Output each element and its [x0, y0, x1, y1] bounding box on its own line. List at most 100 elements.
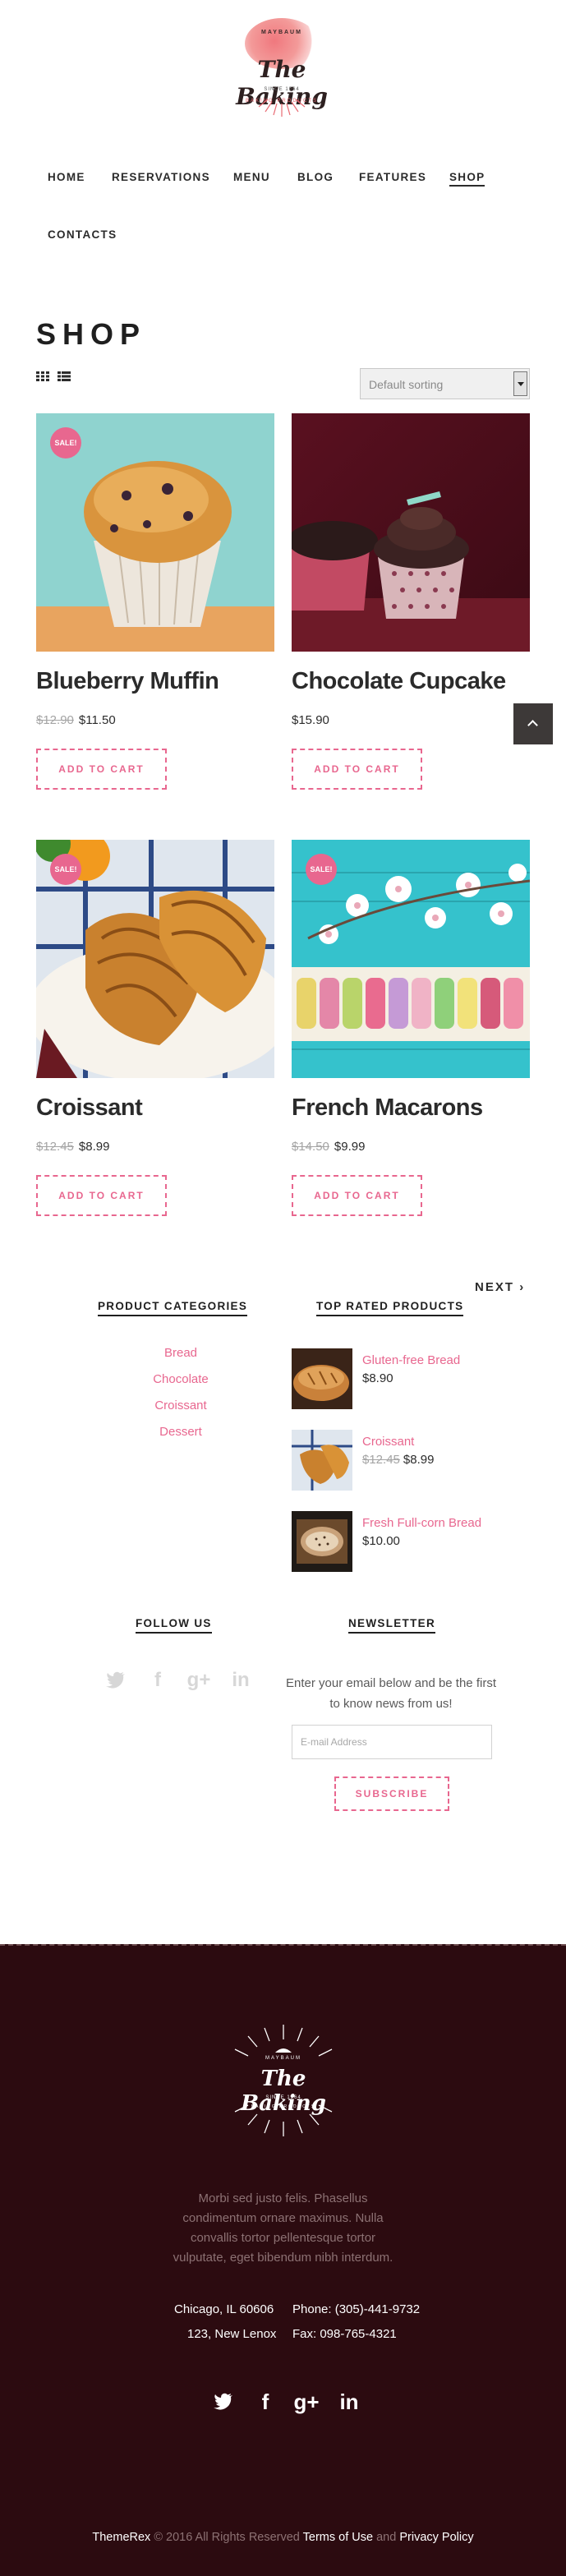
footer-logo[interactable]: MAYBAUM The Baking SINCE 1964 BAKING PRO…	[215, 2023, 352, 2138]
footer-address-line2: 123, New Lenox	[187, 2327, 277, 2341]
category-link[interactable]: Bread	[99, 1346, 263, 1360]
twitter-icon[interactable]	[209, 2388, 237, 2416]
sorting-selected-value: Default sorting	[369, 378, 444, 391]
footer-logo-tagline-bottom: BAKING PRODUCTS	[251, 2104, 316, 2109]
top-rated-item: Croissant $12.45 $8.99	[292, 1430, 505, 1491]
add-to-cart-button[interactable]: ADD TO CART	[292, 1175, 422, 1216]
product-card: Chocolate Cupcake $15.90 ADD TO CART	[292, 413, 530, 790]
newsletter-text: Enter your email below and be the first …	[286, 1676, 496, 1711]
top-rated-name[interactable]: Gluten-free Bread	[362, 1353, 460, 1367]
category-link[interactable]: Chocolate	[99, 1372, 263, 1386]
linkedin-icon[interactable]: in	[228, 1668, 253, 1693]
top-rated-price: $10.00	[362, 1534, 400, 1548]
product-card: SALE! French Macarons $14.50 $9.99 ADD TO…	[292, 840, 530, 1216]
facebook-icon[interactable]: f	[145, 1668, 170, 1693]
footer-phone: Phone: (305)-441-9732	[292, 2302, 421, 2316]
site-logo[interactable]: MAYBAUM The Baking SINCE 1964 BAKING PRO…	[208, 13, 356, 120]
product-thumbnail[interactable]	[292, 1430, 352, 1491]
privacy-policy-link[interactable]: Privacy Policy	[399, 2531, 473, 2544]
widget-title-top-rated: TOP RATED PRODUCTS	[316, 1300, 464, 1316]
nav-item-features[interactable]: FEATURES	[359, 171, 426, 183]
widget-title-categories: PRODUCT CATEGORIES	[98, 1300, 248, 1316]
footer-copyright-and: and	[376, 2531, 397, 2544]
product-thumbnail[interactable]	[292, 1511, 352, 1572]
chevron-down-icon	[513, 371, 527, 396]
category-link[interactable]: Croissant	[99, 1399, 263, 1412]
product-image[interactable]: SALE!	[292, 840, 530, 1078]
widget-title-newsletter: NEWSLETTER	[348, 1617, 435, 1634]
view-mode-switcher	[36, 371, 76, 384]
product-name[interactable]: Blueberry Muffin	[36, 668, 219, 695]
list-view-icon[interactable]	[58, 371, 71, 385]
next-label: NEXT	[475, 1280, 515, 1294]
grid-view-icon[interactable]	[36, 371, 49, 385]
product-old-price: $14.50	[292, 1140, 329, 1154]
newsletter-email-input[interactable]	[292, 1725, 492, 1759]
product-image[interactable]: SALE!	[36, 413, 274, 652]
product-image[interactable]: SALE!	[36, 840, 274, 1078]
twitter-icon[interactable]	[104, 1668, 128, 1693]
site-footer: MAYBAUM The Baking SINCE 1964 BAKING PRO…	[0, 1944, 566, 2576]
product-name[interactable]: Chocolate Cupcake	[292, 668, 506, 695]
top-rated-old-price: $12.45	[362, 1453, 400, 1467]
category-link[interactable]: Dessert	[99, 1425, 263, 1439]
top-rated-item: Gluten-free Bread $8.90	[292, 1348, 505, 1409]
product-name[interactable]: French Macarons	[292, 1094, 483, 1122]
top-rated-item: Fresh Full-corn Bread $10.00	[292, 1511, 505, 1572]
google-plus-icon[interactable]: g+	[186, 1668, 211, 1693]
top-rated-name[interactable]: Fresh Full-corn Bread	[362, 1516, 481, 1530]
nav-item-home[interactable]: HOME	[48, 171, 85, 183]
add-to-cart-button[interactable]: ADD TO CART	[292, 749, 422, 790]
footer-copyright: ThemeRex © 2016 All Rights Reserved Term…	[0, 2531, 566, 2544]
linkedin-icon[interactable]: in	[335, 2388, 363, 2416]
nav-item-contacts[interactable]: CONTACTS	[48, 228, 117, 241]
footer-divider	[0, 1944, 566, 1946]
nav-item-blog[interactable]: BLOG	[297, 171, 334, 183]
sale-badge: SALE!	[306, 854, 337, 885]
subscribe-button[interactable]: SUBSCRIBE	[334, 1776, 449, 1811]
product-price: $15.90	[292, 713, 329, 727]
footer-copyright-text: © 2016 All Rights Reserved	[154, 2531, 300, 2544]
pagination-next-link[interactable]: NEXT ›	[475, 1280, 525, 1294]
product-card: SALE! Blueberry Muffin $12.90 $11.50 ADD …	[36, 413, 274, 790]
footer-address-line1: Chicago, IL 60606	[174, 2302, 274, 2316]
top-rated-price: $12.45 $8.99	[362, 1453, 434, 1467]
facebook-icon[interactable]: f	[251, 2388, 279, 2416]
product-price: $14.50 $9.99	[292, 1140, 365, 1154]
footer-fax: Fax: 098-765-4321	[292, 2327, 397, 2341]
follow-social-icons: f g+ in	[99, 1668, 263, 1693]
logo-tagline-top: MAYBAUM	[261, 30, 302, 35]
add-to-cart-button[interactable]: ADD TO CART	[36, 749, 167, 790]
product-thumbnail[interactable]	[292, 1348, 352, 1409]
page-title: SHOP	[36, 317, 147, 351]
site-header: MAYBAUM The Baking SINCE 1964 BAKING PRO…	[0, 0, 566, 131]
product-old-price: $12.90	[36, 713, 74, 727]
product-card: SALE! Croissant $12.45 $8.99 ADD TO CART	[36, 840, 274, 1216]
footer-logo-tagline-top: MAYBAUM	[265, 2056, 301, 2061]
widget-title-follow: FOLLOW US	[136, 1617, 212, 1634]
scroll-to-top-button[interactable]	[513, 703, 553, 744]
product-current-price: $9.99	[334, 1140, 366, 1154]
footer-logo-since: SINCE 1964	[265, 2095, 301, 2100]
nav-item-reservations[interactable]: RESERVATIONS	[112, 171, 210, 183]
top-rated-current-price: $8.99	[403, 1453, 435, 1467]
footer-copyright-brand[interactable]: ThemeRex	[92, 2531, 150, 2544]
chevron-right-icon: ›	[519, 1280, 526, 1294]
product-old-price: $12.45	[36, 1140, 74, 1154]
add-to-cart-button[interactable]: ADD TO CART	[36, 1175, 167, 1216]
google-plus-icon[interactable]: g+	[292, 2388, 320, 2416]
nav-item-shop[interactable]: SHOP	[449, 171, 485, 187]
footer-about-text: Morbi sed justo felis. Phasellus condime…	[173, 2191, 393, 2265]
product-name[interactable]: Croissant	[36, 1094, 143, 1122]
product-price: $12.45 $8.99	[36, 1140, 109, 1154]
product-current-price: $15.90	[292, 713, 329, 727]
product-current-price: $11.50	[78, 713, 116, 727]
sorting-select[interactable]: Default sorting	[360, 368, 530, 399]
product-image[interactable]	[292, 413, 530, 652]
top-rated-name[interactable]: Croissant	[362, 1435, 414, 1449]
sale-badge: SALE!	[50, 854, 81, 885]
nav-item-menu[interactable]: MENU	[233, 171, 270, 183]
logo-rays-icon	[258, 99, 306, 117]
product-current-price: $8.99	[78, 1140, 110, 1154]
terms-of-use-link[interactable]: Terms of Use	[303, 2531, 373, 2544]
